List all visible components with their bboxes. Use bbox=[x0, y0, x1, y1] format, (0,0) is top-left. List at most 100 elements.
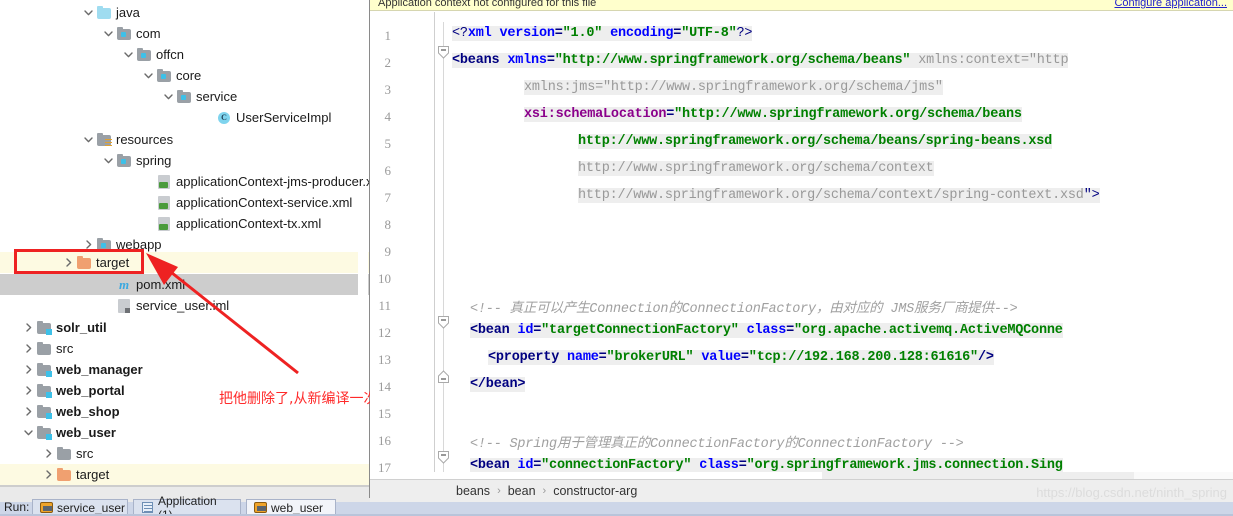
code-line[interactable]: http://www.springframework.org/schema/be… bbox=[578, 134, 1052, 149]
code-token: "org.apache.activemq.ActiveMQConne bbox=[794, 323, 1063, 338]
chevron-down-icon[interactable] bbox=[102, 154, 115, 167]
code-token: name bbox=[567, 350, 599, 365]
chevron-right-icon[interactable] bbox=[22, 405, 35, 418]
code-line[interactable]: <bean id="connectionFactory" class="org.… bbox=[470, 458, 1063, 472]
code-line[interactable]: <!-- Spring用于管理真正的ConnectionFactory的Conn… bbox=[470, 431, 964, 452]
tree-item-resources[interactable]: resources bbox=[0, 129, 370, 150]
editor-hscrollbar-track[interactable] bbox=[1134, 472, 1233, 479]
tree-item-com[interactable]: com bbox=[0, 23, 370, 44]
tree-item-applicationcontext-tx.xml[interactable]: applicationContext-tx.xml bbox=[0, 213, 370, 234]
resources-folder-icon bbox=[96, 132, 112, 148]
tree-item-applicationcontext-jms-producer.xml[interactable]: applicationContext-jms-producer.xml bbox=[0, 171, 370, 192]
tree-item-service[interactable]: service bbox=[0, 86, 370, 107]
code-token: "tcp://192.168.200.128:61616" bbox=[748, 350, 978, 365]
tree-scrollbar-track[interactable] bbox=[358, 247, 726, 516]
project-tree-panel[interactable]: java com offcn core service C UserServiceImpl r… bbox=[0, 0, 370, 498]
chevron-down-icon[interactable] bbox=[102, 27, 115, 40]
breadcrumb-item[interactable]: beans bbox=[456, 484, 490, 498]
chevron-right-icon[interactable] bbox=[42, 468, 55, 481]
code-token: <!-- Spring用于管理真正的ConnectionFactory的Conn… bbox=[470, 437, 964, 452]
code-line[interactable]: <beans xmlns="http://www.springframework… bbox=[452, 53, 1069, 68]
code-token: xmlns:jms bbox=[524, 80, 596, 95]
tree-item-src[interactable]: src bbox=[0, 338, 370, 359]
code-line[interactable]: http://www.springframework.org/schema/co… bbox=[578, 161, 934, 176]
code-editor[interactable]: Application context not configured for t… bbox=[370, 0, 1233, 498]
chevron-right-icon[interactable] bbox=[22, 363, 35, 376]
line-number: 3 bbox=[384, 82, 392, 97]
code-fold-close-icon[interactable] bbox=[438, 370, 449, 383]
code-token: "http://www.springframework.org/schema/j… bbox=[603, 80, 943, 95]
code-token: class bbox=[746, 323, 787, 338]
tree-item-applicationcontext-service.xml[interactable]: applicationContext-service.xml bbox=[0, 192, 370, 213]
package-folder-icon bbox=[136, 47, 152, 63]
breadcrumb-item[interactable]: bean bbox=[508, 484, 536, 498]
tree-item-pom.xml[interactable]: m pom.xml bbox=[0, 274, 370, 295]
code-token: /> bbox=[977, 350, 994, 365]
tree-item-web_user[interactable]: web_user bbox=[0, 422, 370, 443]
chevron-down-icon[interactable] bbox=[122, 48, 135, 61]
tree-item-offcn[interactable]: offcn bbox=[0, 44, 370, 65]
tree-item-label: applicationContext-service.xml bbox=[176, 194, 353, 210]
maven-pom-icon: m bbox=[118, 276, 130, 292]
chevron-down-icon[interactable] bbox=[162, 90, 175, 103]
tree-item-core[interactable]: core bbox=[0, 65, 370, 86]
code-line[interactable]: <!-- 真正可以产生Connection的ConnectionFactory，… bbox=[470, 296, 1018, 317]
tree-item-web_manager[interactable]: web_manager bbox=[0, 359, 370, 380]
code-token: http://www.springframework.org/schema/co… bbox=[578, 188, 1084, 203]
code-token: = bbox=[595, 80, 604, 95]
code-line[interactable] bbox=[452, 269, 460, 284]
chevron-right-icon[interactable] bbox=[22, 384, 35, 397]
chevron-down-icon[interactable] bbox=[22, 426, 35, 439]
code-token: id bbox=[517, 323, 534, 338]
code-line[interactable]: http://www.springframework.org/schema/co… bbox=[578, 188, 1100, 203]
line-number: 2 bbox=[384, 55, 392, 70]
code-token: = bbox=[786, 323, 795, 338]
tree-item-service_user.iml[interactable]: service_user.iml bbox=[0, 295, 370, 316]
editor-gutter[interactable]: 1 2 3 4 5 6 7 8 9 10 11 12 13 14 15 16 17 bbox=[370, 12, 435, 475]
chevron-down-icon[interactable] bbox=[82, 6, 95, 19]
code-line[interactable]: <bean id="targetConnectionFactory" class… bbox=[470, 323, 1063, 338]
tree-item-solr_util[interactable]: solr_util bbox=[0, 317, 370, 338]
tree-item-target[interactable]: target bbox=[0, 252, 370, 273]
line-number: 13 bbox=[378, 352, 391, 367]
tree-item-label: web_manager bbox=[56, 361, 143, 377]
code-line[interactable] bbox=[452, 404, 460, 419]
code-line[interactable]: <?xml version="1.0" encoding="UTF-8"?> bbox=[452, 26, 753, 41]
code-line[interactable]: <property name="brokerURL" value="tcp://… bbox=[488, 350, 994, 365]
chevron-right-icon[interactable] bbox=[42, 447, 55, 460]
code-token: "org.springframework.jms.connection.Sing bbox=[746, 458, 1063, 472]
code-fold-open-icon[interactable] bbox=[438, 451, 449, 464]
code-line[interactable]: xsi:schemaLocation="http://www.springfra… bbox=[524, 107, 1022, 122]
code-line[interactable]: </bean> bbox=[470, 377, 526, 392]
tree-item-target[interactable]: target bbox=[0, 464, 370, 485]
line-number: 7 bbox=[384, 190, 392, 205]
chevron-down-icon[interactable] bbox=[142, 69, 155, 82]
code-fold-open-icon[interactable] bbox=[438, 46, 449, 59]
chevron-right-icon[interactable] bbox=[22, 321, 35, 334]
tree-item-java[interactable]: java bbox=[0, 2, 370, 23]
chevron-down-icon[interactable] bbox=[82, 133, 95, 146]
chevron-right-icon[interactable] bbox=[62, 256, 75, 269]
breadcrumb-item[interactable]: constructor-arg bbox=[553, 484, 637, 498]
code-token: xmlns bbox=[507, 53, 547, 68]
code-line[interactable] bbox=[452, 242, 460, 257]
code-line[interactable] bbox=[452, 215, 460, 230]
editor-hscrollbar-thumb[interactable] bbox=[822, 472, 1134, 479]
configure-application-link[interactable]: Configure application... bbox=[1114, 0, 1227, 9]
chevron-right-icon[interactable] bbox=[82, 238, 95, 251]
tree-item-src[interactable]: src bbox=[0, 443, 370, 464]
chevron-right-icon[interactable] bbox=[22, 342, 35, 355]
tree-item-label: pom.xml bbox=[136, 276, 186, 292]
package-folder-icon bbox=[116, 26, 132, 42]
twisty-placeholder bbox=[102, 299, 115, 312]
code-fold-open-icon[interactable] bbox=[438, 316, 449, 329]
tree-item-userserviceimpl[interactable]: C UserServiceImpl bbox=[0, 107, 370, 128]
code-line[interactable]: xmlns:jms="http://www.springframework.or… bbox=[524, 80, 943, 95]
tree-item-spring[interactable]: spring bbox=[0, 150, 370, 171]
code-token: = bbox=[533, 323, 542, 338]
code-content[interactable]: <?xml version="1.0" encoding="UTF-8"?> <b… bbox=[452, 12, 1233, 472]
